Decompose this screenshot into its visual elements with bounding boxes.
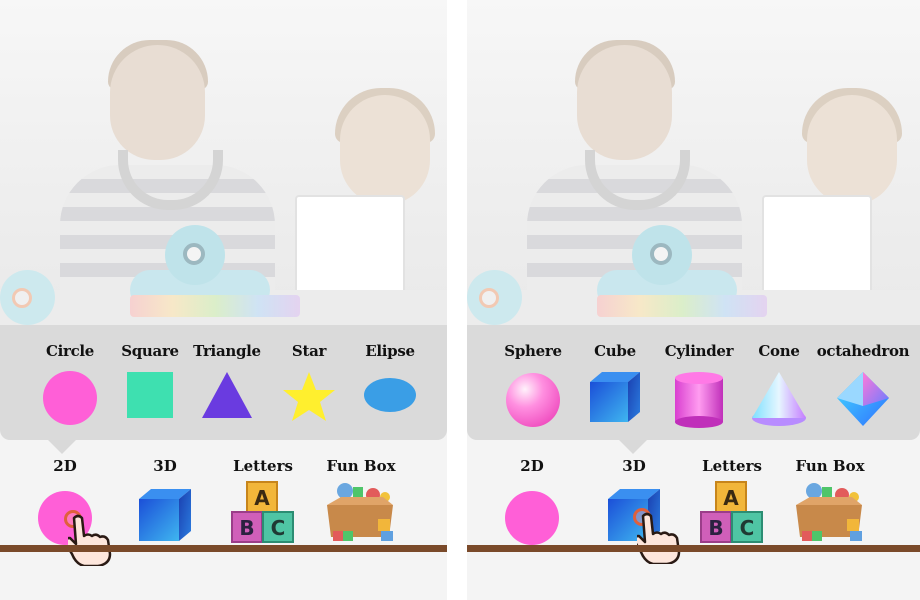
sphere-3d-icon [503,370,563,434]
pink-circle-icon [504,490,560,550]
category-label: 2D [53,457,77,475]
toy-box-icon [323,481,399,549]
shape-label: Cylinder [664,342,734,360]
ellipse-2d-icon [362,370,418,424]
svg-text:B: B [708,516,723,540]
shape-square[interactable]: Square [110,340,190,435]
svg-text:B: B [239,516,254,540]
shelf [0,545,447,552]
shape-sphere[interactable]: Sphere [493,340,573,435]
category-3d[interactable]: 3D [120,455,210,545]
shape-triangle[interactable]: Triangle [187,340,267,435]
category-label: Fun Box [326,457,396,475]
shape-cube[interactable]: Cube [575,340,655,435]
shape-label: Star [291,342,327,360]
shape-label: Cube [594,342,636,360]
category-label: 2D [520,457,544,475]
popup-pointer [619,440,647,454]
category-letters[interactable]: Letters A B C [687,455,777,545]
shape-octahedron[interactable]: octahedron [813,340,913,435]
pointing-hand-icon [633,512,685,568]
triangle-2d-icon [200,370,254,424]
category-label: Letters [702,457,762,475]
svg-text:C: C [740,516,755,540]
shape-label: Elipse [365,342,415,360]
shape-star[interactable]: Star [269,340,349,435]
cylinder-3d-icon [671,370,727,434]
svg-text:A: A [723,486,739,510]
shape-cylinder[interactable]: Cylinder [659,340,739,435]
shape-label: Circle [45,342,95,360]
popup-pointer [48,440,76,454]
octahedron-3d-icon [835,370,891,434]
shape-label: octahedron [816,342,910,360]
blue-cube-icon [135,487,195,549]
category-label: Letters [233,457,293,475]
cone-3d-icon [750,370,808,434]
abc-blocks-icon: A B C [230,480,296,548]
category-label: 3D [622,457,646,475]
star-2d-icon [281,370,337,428]
shape-circle[interactable]: Circle [30,340,110,435]
shape-label: Square [121,342,179,360]
category-fun-box[interactable]: Fun Box [785,455,875,545]
cube-3d-icon [586,370,644,430]
shape-label: Cone [758,342,800,360]
shape-label: Sphere [504,342,562,360]
svg-text:A: A [254,486,270,510]
category-2d[interactable]: 2D [487,455,577,545]
shape-ellipse[interactable]: Elipse [350,340,430,435]
shape-label: Triangle [193,342,261,360]
svg-text:C: C [271,516,286,540]
category-letters[interactable]: Letters A B C [218,455,308,545]
category-label: 3D [153,457,177,475]
background-photo [0,0,447,330]
shelf [467,545,920,552]
right-screen: Sphere Cube Cylinder Cone octahedron 2D [467,0,920,600]
category-label: Fun Box [795,457,865,475]
category-fun-box[interactable]: Fun Box [316,455,406,545]
circle-2d-icon [42,370,98,430]
square-2d-icon [125,370,175,424]
toy-box-icon [792,481,868,549]
pointing-hand-icon [64,514,116,570]
abc-blocks-icon: A B C [699,480,765,548]
background-photo [467,0,920,330]
left-screen: Circle Square Triangle Star Elipse 2D 3D… [0,0,447,600]
shape-cone[interactable]: Cone [739,340,819,435]
